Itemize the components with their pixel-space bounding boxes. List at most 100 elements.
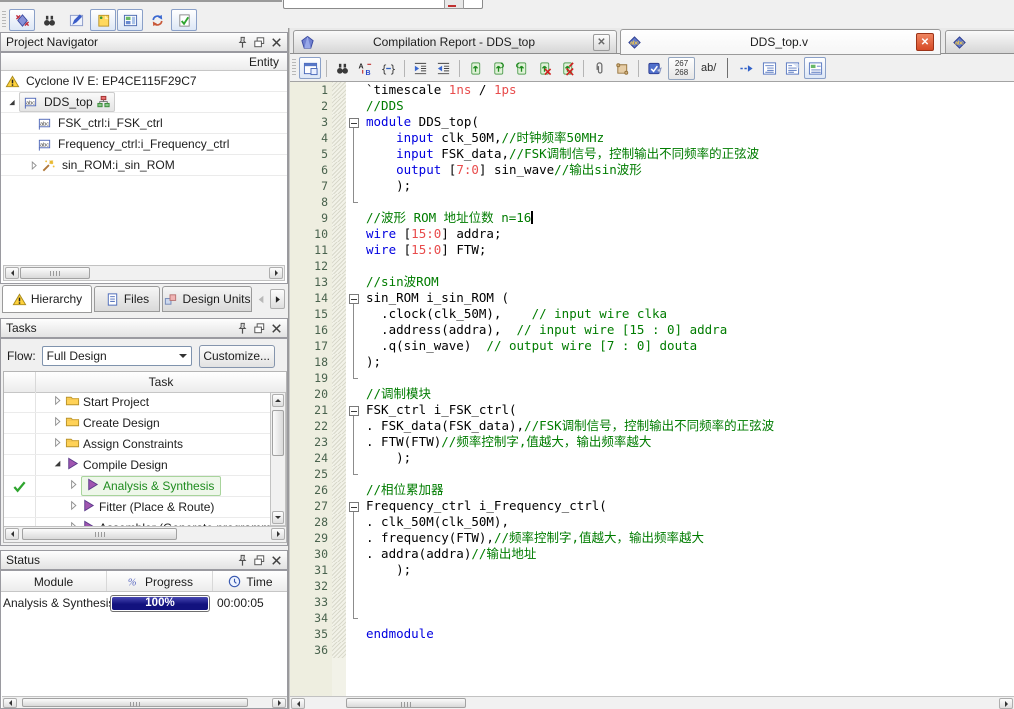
- code-line-24[interactable]: 24 );: [290, 450, 1014, 466]
- tcl-script-button[interactable]: [611, 57, 633, 79]
- task-create-design[interactable]: Create Design: [4, 413, 270, 434]
- code-line-8[interactable]: 8: [290, 194, 1014, 210]
- report-window-toggle-button[interactable]: [171, 9, 197, 31]
- attachment-button[interactable]: [588, 57, 610, 79]
- tab-compilation-report[interactable]: Compilation Report - DDS_top✕: [293, 30, 617, 54]
- entity-column-header[interactable]: Entity: [1, 53, 287, 71]
- view-mode-2-button[interactable]: [781, 57, 803, 79]
- navigator-float-button[interactable]: [252, 35, 267, 50]
- fold-margin[interactable]: [346, 578, 362, 594]
- status-float-button[interactable]: [252, 553, 267, 568]
- fold-margin[interactable]: [346, 546, 362, 562]
- fold-margin[interactable]: [346, 114, 362, 130]
- code-line-27[interactable]: 27Frequency_ctrl i_Frequency_ctrl(: [290, 498, 1014, 514]
- goto-line-button[interactable]: [735, 57, 757, 79]
- tasks-float-button[interactable]: [252, 321, 267, 336]
- fold-margin[interactable]: [346, 130, 362, 146]
- close-tab-icon[interactable]: ✕: [916, 33, 934, 51]
- scroll-down-button[interactable]: [272, 511, 284, 524]
- scroll-thumb[interactable]: [20, 267, 90, 279]
- tab-scroll-right-button[interactable]: [270, 289, 285, 309]
- fold-margin[interactable]: [346, 82, 362, 98]
- fold-margin[interactable]: [346, 482, 362, 498]
- tree-item-frequency-ctrl[interactable]: abcFrequency_ctrl:i_Frequency_ctrl: [1, 134, 287, 155]
- scroll-right-button[interactable]: [269, 267, 283, 279]
- tab-dds-top-v[interactable]: abcDDS_top.v✕: [620, 29, 941, 55]
- code-line-29[interactable]: 29. frequency(FTW),//频率控制字,值越大，输出频率越大: [290, 530, 1014, 546]
- code-line-19[interactable]: 19: [290, 370, 1014, 386]
- toggle-bookmark-button[interactable]: [464, 57, 486, 79]
- tab-partial[interactable]: abc: [945, 30, 1014, 54]
- editor-horizontal-scrollbar[interactable]: [290, 696, 1014, 709]
- scroll-thumb[interactable]: [272, 410, 284, 456]
- fold-margin[interactable]: [346, 642, 362, 658]
- status-close-button[interactable]: [269, 553, 284, 568]
- fold-margin[interactable]: [346, 274, 362, 290]
- editor-options-button[interactable]: [299, 57, 321, 79]
- fold-margin[interactable]: [346, 498, 362, 514]
- fold-margin[interactable]: [346, 594, 362, 610]
- toolbar-grip[interactable]: [2, 11, 6, 29]
- code-line-16[interactable]: 16 .address(addra), // input wire [15 : …: [290, 322, 1014, 338]
- task-column-header[interactable]: Task: [36, 372, 286, 392]
- tasks-window-toggle-button[interactable]: [117, 9, 143, 31]
- delete-all-bookmarks-button[interactable]: [556, 57, 578, 79]
- fold-margin[interactable]: [346, 178, 362, 194]
- find-button[interactable]: [331, 57, 353, 79]
- code-line-3[interactable]: 3module DDS_top(: [290, 114, 1014, 130]
- fold-margin[interactable]: [346, 386, 362, 402]
- scroll-thumb[interactable]: [22, 528, 177, 540]
- fold-margin[interactable]: [346, 242, 362, 258]
- scroll-thumb[interactable]: [22, 698, 248, 707]
- tree-item-dds-top[interactable]: abcDDS_top: [1, 92, 287, 113]
- replace-button[interactable]: AB: [354, 57, 376, 79]
- toolbar-grip[interactable]: [292, 59, 296, 77]
- fold-margin[interactable]: [346, 162, 362, 178]
- fold-margin[interactable]: [346, 226, 362, 242]
- delete-bookmark-button[interactable]: [533, 57, 555, 79]
- decrease-indent-button[interactable]: [432, 57, 454, 79]
- code-line-32[interactable]: 32: [290, 578, 1014, 594]
- notes-window-toggle-button[interactable]: [90, 9, 116, 31]
- scroll-left-button[interactable]: [5, 267, 19, 279]
- code-line-30[interactable]: 30. addra(addra)//输出地址: [290, 546, 1014, 562]
- close-tab-icon[interactable]: ✕: [593, 34, 610, 51]
- code-line-12[interactable]: 12: [290, 258, 1014, 274]
- fold-margin[interactable]: [346, 290, 362, 306]
- fold-margin[interactable]: [346, 530, 362, 546]
- code-line-10[interactable]: 10wire [15:0] addra;: [290, 226, 1014, 242]
- code-line-34[interactable]: 34: [290, 610, 1014, 626]
- task-analysis-synthesis[interactable]: Analysis & Synthesis: [4, 476, 270, 497]
- code-line-7[interactable]: 7 );: [290, 178, 1014, 194]
- fold-margin[interactable]: [346, 434, 362, 450]
- task-compile-design[interactable]: Compile Design: [4, 455, 270, 476]
- scroll-right-button[interactable]: [272, 698, 286, 708]
- code-line-20[interactable]: 20//调制模块: [290, 386, 1014, 402]
- fold-margin[interactable]: [346, 418, 362, 434]
- increase-indent-button[interactable]: [409, 57, 431, 79]
- edit-window-button[interactable]: [63, 9, 89, 31]
- code-line-13[interactable]: 13//sin波ROM: [290, 274, 1014, 290]
- fold-margin[interactable]: [346, 626, 362, 642]
- fold-margin[interactable]: [346, 194, 362, 210]
- fold-margin[interactable]: [346, 562, 362, 578]
- code-line-2[interactable]: 2//DDS: [290, 98, 1014, 114]
- find-window-button[interactable]: [36, 9, 62, 31]
- view-mode-3-button[interactable]: [804, 57, 826, 79]
- code-line-15[interactable]: 15 .clock(clk_50M), // input wire clka: [290, 306, 1014, 322]
- code-line-21[interactable]: 21FSK_ctrl i_FSK_ctrl(: [290, 402, 1014, 418]
- module-column-header[interactable]: Module: [1, 571, 107, 591]
- fold-margin[interactable]: [346, 210, 362, 226]
- code-line-25[interactable]: 25: [290, 466, 1014, 482]
- fold-margin[interactable]: [346, 306, 362, 322]
- flow-dropdown[interactable]: Full Design: [42, 346, 192, 366]
- tree-item-sin-rom[interactable]: sin_ROM:i_sin_ROM: [1, 155, 287, 176]
- code-line-6[interactable]: 6 output [7:0] sin_wave//输出sin波形: [290, 162, 1014, 178]
- navigator-close-button[interactable]: [269, 35, 284, 50]
- tasks-horizontal-scrollbar[interactable]: [4, 526, 286, 542]
- scroll-right-button[interactable]: [999, 698, 1013, 709]
- code-line-31[interactable]: 31 );: [290, 562, 1014, 578]
- code-line-9[interactable]: 9//波形 ROM 地址位数 n=16: [290, 210, 1014, 226]
- code-line-5[interactable]: 5 input FSK_data,//FSK调制信号，控制输出不同频率的正弦波: [290, 146, 1014, 162]
- fold-margin[interactable]: [346, 146, 362, 162]
